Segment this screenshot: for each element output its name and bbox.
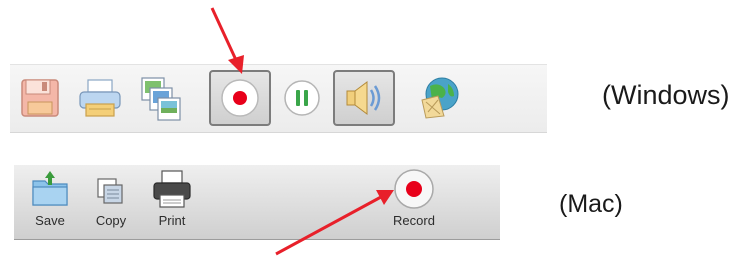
arrow-to-mac-record — [275, 190, 394, 256]
arrow-to-windows-record — [210, 7, 244, 74]
annotation-arrows — [210, 7, 394, 256]
